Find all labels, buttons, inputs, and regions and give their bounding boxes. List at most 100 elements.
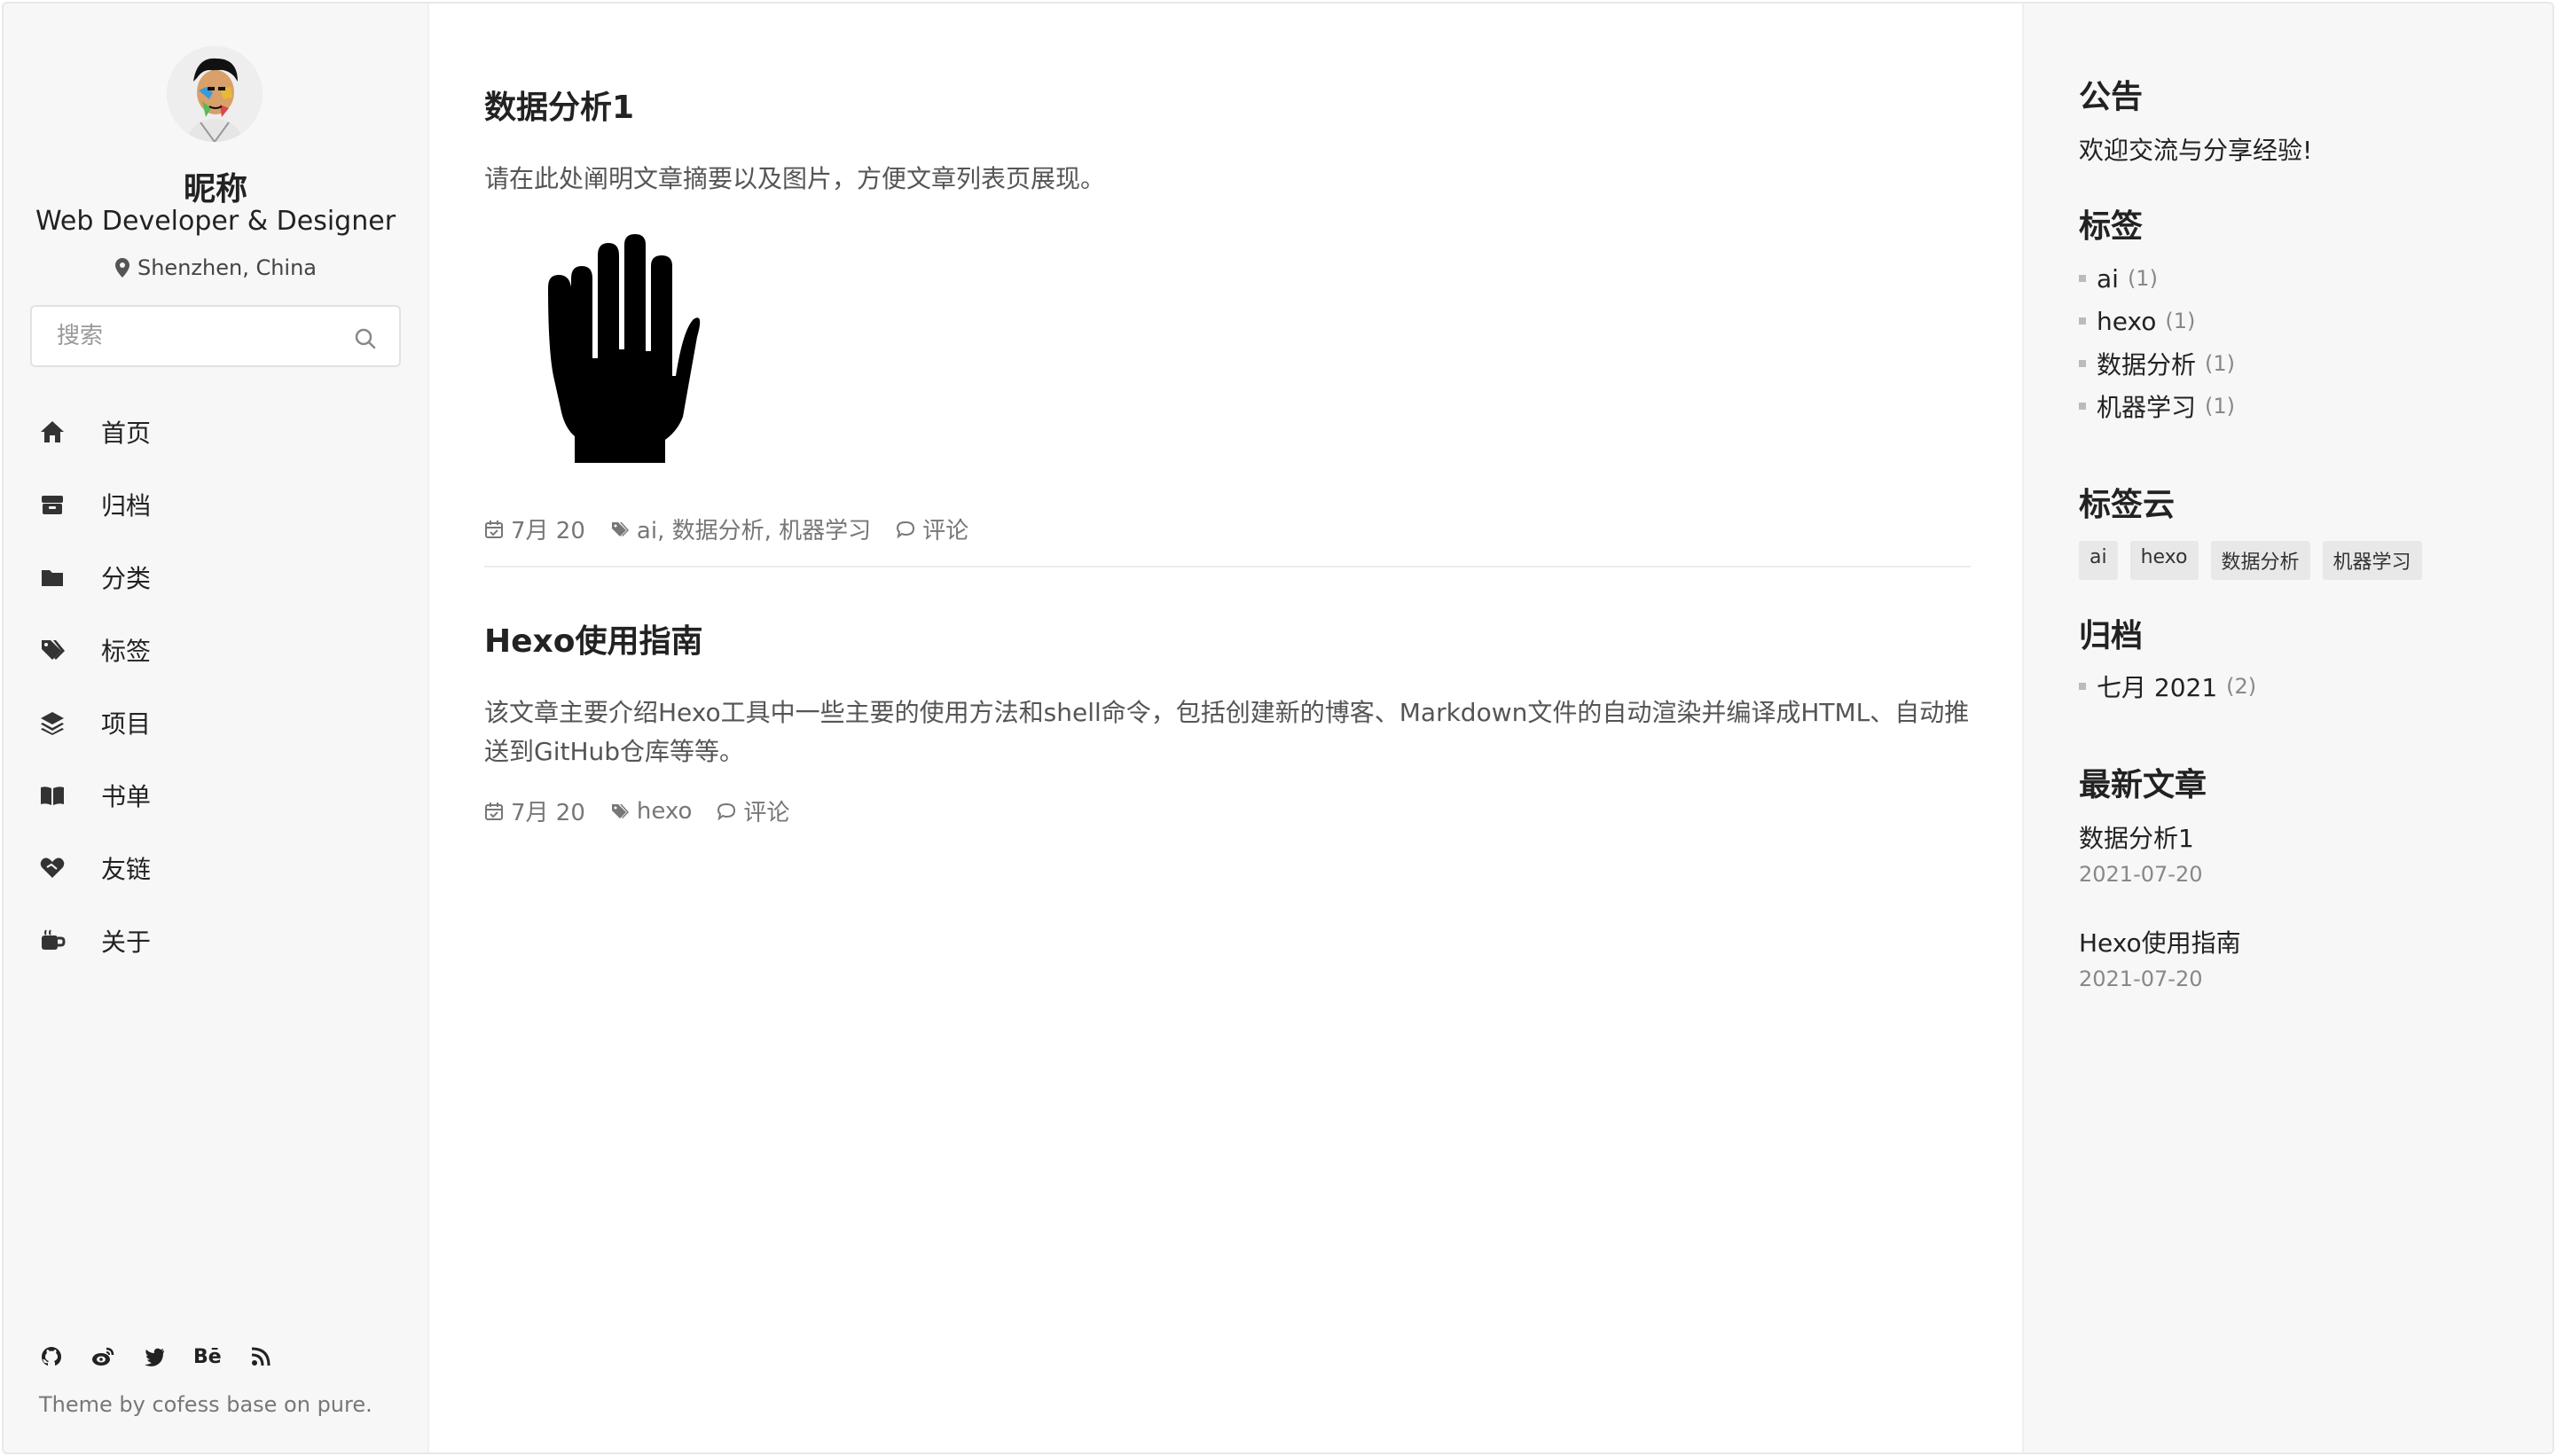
post-comments-text: 评论 bbox=[743, 800, 790, 826]
nav-item-about[interactable]: 关于 bbox=[4, 904, 427, 977]
archive-item[interactable]: 七月 2021 (2) bbox=[2079, 665, 2256, 708]
tag-cloud: ai hexo 数据分析 机器学习 bbox=[2079, 541, 2422, 580]
post-comments[interactable]: 评论 bbox=[896, 513, 968, 545]
recent-posts-title: 最新文章 bbox=[2079, 767, 2207, 803]
post-date-text: 7月 20 bbox=[511, 518, 585, 544]
search-icon[interactable] bbox=[353, 326, 378, 351]
tags-icon bbox=[611, 803, 629, 818]
archive-icon bbox=[39, 491, 66, 518]
post-date: 7月 20 bbox=[484, 513, 585, 545]
tag-item[interactable]: 数据分析 (1) bbox=[2079, 342, 2235, 385]
post-title-link[interactable]: Hexo使用指南 bbox=[484, 615, 703, 661]
behance-icon[interactable]: Bē bbox=[193, 1344, 222, 1369]
github-icon[interactable] bbox=[39, 1344, 64, 1369]
home-icon bbox=[39, 419, 66, 445]
post-comments-text: 评论 bbox=[922, 518, 969, 544]
tag-count: (1) bbox=[2165, 309, 2196, 333]
nickname: 昵称 bbox=[183, 171, 247, 207]
archive-count: (2) bbox=[2226, 674, 2257, 699]
social-links: Bē bbox=[39, 1344, 273, 1369]
twitter-icon[interactable] bbox=[142, 1344, 167, 1369]
recent-post-date: 2021-07-20 bbox=[2079, 967, 2203, 991]
post-meta: 7月 20 ai, 数据分析, 机器学习 评论 bbox=[484, 513, 993, 545]
avatar[interactable] bbox=[167, 46, 263, 142]
comment-icon bbox=[897, 521, 915, 538]
rss-icon[interactable] bbox=[248, 1344, 273, 1369]
notice-title: 公告 bbox=[2079, 79, 2144, 115]
footer-text: Theme by cofess base on pure. bbox=[39, 1392, 372, 1417]
tag-name: 数据分析 bbox=[2097, 350, 2197, 380]
tag-cloud-item[interactable]: ai bbox=[2079, 541, 2118, 580]
nav-item-links[interactable]: 友链 bbox=[4, 832, 427, 904]
tags-icon bbox=[39, 637, 66, 663]
recent-post-link[interactable]: Hexo使用指南 bbox=[2079, 924, 2241, 959]
tag-count: (1) bbox=[2205, 351, 2236, 376]
tag-item[interactable]: hexo (1) bbox=[2079, 300, 2235, 342]
hand-icon bbox=[548, 234, 701, 463]
recent-post-date: 2021-07-20 bbox=[2079, 862, 2203, 887]
book-icon bbox=[39, 782, 66, 809]
tag-count: (1) bbox=[2205, 394, 2236, 419]
post-excerpt: 该文章主要介绍Hexo工具中一些主要的使用方法和shell命令，包括创建新的博客… bbox=[484, 698, 1970, 766]
location: Shenzhen, China bbox=[4, 255, 427, 280]
map-marker-icon bbox=[114, 258, 129, 278]
nav-item-archive[interactable]: 归档 bbox=[4, 468, 427, 541]
post-tags[interactable]: hexo bbox=[610, 797, 693, 825]
recent-post-link[interactable]: 数据分析1 bbox=[2079, 819, 2194, 855]
tag-cloud-item[interactable]: 数据分析 bbox=[2210, 541, 2310, 580]
tag-name: hexo bbox=[2097, 306, 2157, 336]
post-date-text: 7月 20 bbox=[511, 800, 585, 826]
main-nav: 首页 归档 分类 标签 项目 书单 友链 关于 bbox=[4, 395, 427, 977]
nav-item-label: 归档 bbox=[101, 491, 152, 521]
calendar-icon bbox=[485, 520, 503, 538]
nav-item-label: 标签 bbox=[101, 637, 152, 666]
post-comments[interactable]: 评论 bbox=[717, 795, 789, 827]
nav-item-label: 关于 bbox=[101, 928, 152, 957]
nav-item-label: 分类 bbox=[101, 564, 152, 593]
tag-cloud-title: 标签云 bbox=[2079, 487, 2176, 523]
bullet bbox=[2079, 317, 2086, 325]
nav-item-categories[interactable]: 分类 bbox=[4, 541, 427, 614]
bullet bbox=[2079, 683, 2086, 690]
tag-cloud-item[interactable]: hexo bbox=[2129, 541, 2199, 580]
right-sidebar: 公告 欢迎交流与分享经验! 标签 ai (1) hexo (1) 数据分析 (1) 机… bbox=[2022, 4, 2552, 1452]
tag-cloud-item[interactable]: 机器学习 bbox=[2322, 541, 2422, 580]
calendar-icon bbox=[485, 802, 503, 820]
nav-item-home[interactable]: 首页 bbox=[4, 395, 427, 468]
page-frame: 昵称 Web Developer & Designer Shenzhen, Ch… bbox=[2, 2, 2554, 1454]
bullet bbox=[2079, 275, 2086, 282]
layers-icon bbox=[39, 709, 66, 736]
post-tags-text: ai, 数据分析, 机器学习 bbox=[636, 518, 872, 544]
bullet bbox=[2079, 360, 2086, 367]
post-date: 7月 20 bbox=[484, 795, 585, 827]
nav-item-books[interactable]: 书单 bbox=[4, 759, 427, 832]
tag-count: (1) bbox=[2127, 266, 2158, 291]
archive-name: 七月 2021 bbox=[2097, 673, 2218, 702]
tag-item[interactable]: ai (1) bbox=[2079, 257, 2235, 300]
post-meta: 7月 20 hexo 评论 bbox=[484, 795, 814, 827]
nav-item-label: 友链 bbox=[101, 855, 152, 884]
tag-list: ai (1) hexo (1) 数据分析 (1) 机器学习 (1) bbox=[2079, 257, 2235, 427]
coffee-icon bbox=[39, 928, 66, 954]
post-title-link[interactable]: 数据分析1 bbox=[484, 82, 634, 128]
tags-title: 标签 bbox=[2079, 208, 2144, 245]
tag-name: ai bbox=[2097, 263, 2119, 294]
bullet bbox=[2079, 403, 2086, 410]
post-tags-text: hexo bbox=[636, 797, 693, 825]
weibo-icon[interactable] bbox=[90, 1344, 115, 1369]
nav-item-label: 首页 bbox=[101, 419, 152, 448]
comment-icon bbox=[717, 802, 736, 820]
nav-item-projects[interactable]: 项目 bbox=[4, 686, 427, 759]
post-divider bbox=[484, 566, 1971, 568]
notice-text: 欢迎交流与分享经验! bbox=[2079, 136, 2313, 165]
tag-item[interactable]: 机器学习 (1) bbox=[2079, 385, 2235, 427]
folder-icon bbox=[39, 564, 66, 591]
archive-title: 归档 bbox=[2079, 618, 2144, 654]
nav-item-label: 书单 bbox=[101, 782, 152, 811]
post-tags[interactable]: ai, 数据分析, 机器学习 bbox=[610, 513, 871, 545]
archive-list: 七月 2021 (2) bbox=[2079, 665, 2256, 708]
search-input[interactable] bbox=[57, 307, 341, 365]
nav-item-tags[interactable]: 标签 bbox=[4, 614, 427, 686]
handshake-icon bbox=[39, 855, 66, 881]
role-text: Web Developer & Designer bbox=[35, 206, 396, 237]
